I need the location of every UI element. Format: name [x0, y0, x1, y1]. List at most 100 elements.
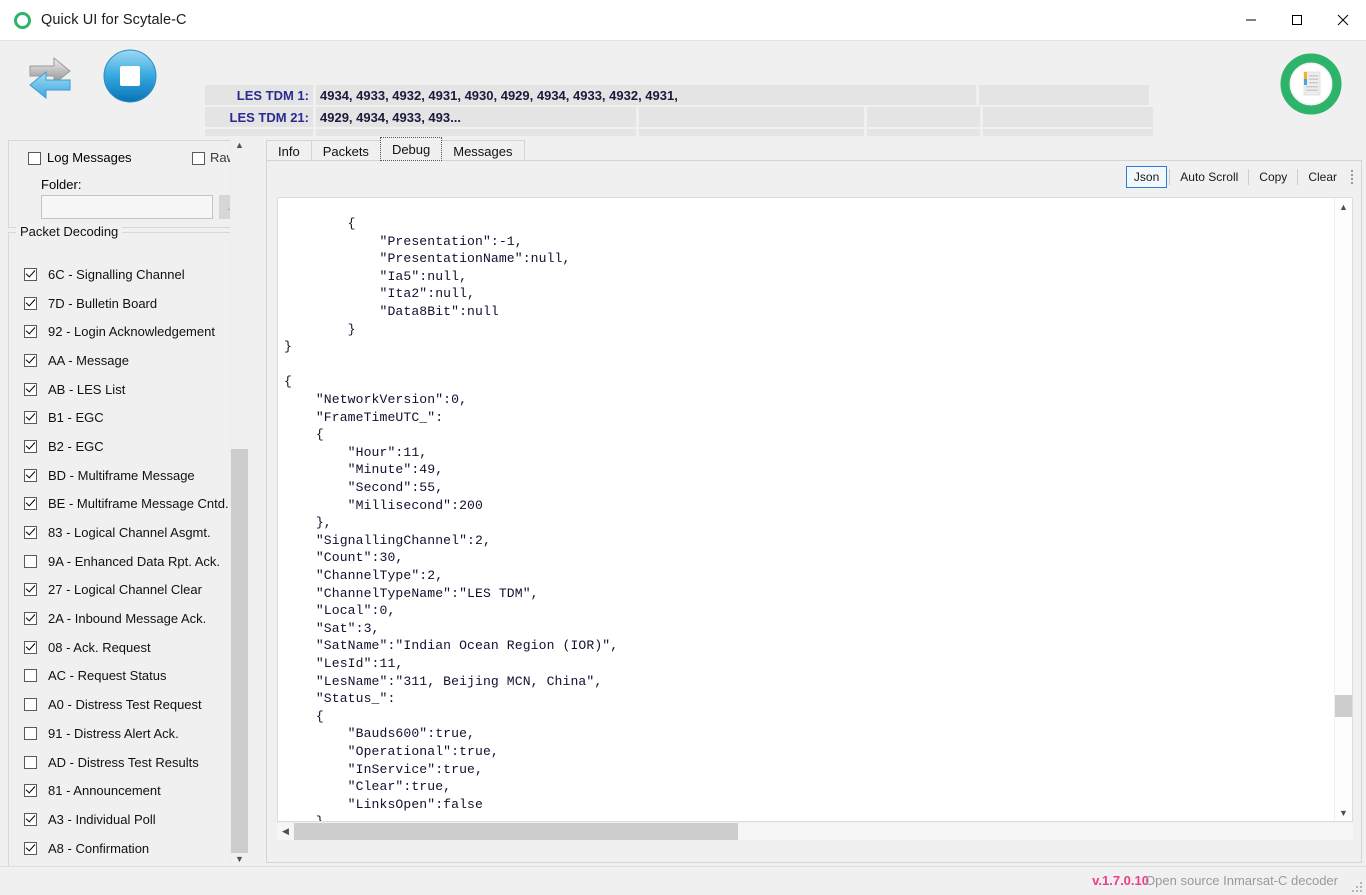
packet-decoding-label: 9A - Enhanced Data Rpt. Ack.	[48, 553, 220, 569]
packet-decoding-checkbox[interactable]	[24, 267, 37, 281]
toolbar-separator	[1297, 169, 1299, 185]
minimize-button[interactable]	[1228, 0, 1274, 39]
packet-decoding-checkbox[interactable]	[24, 296, 37, 310]
raw-checkbox[interactable]	[192, 152, 205, 165]
document-status-icon[interactable]	[1280, 53, 1342, 115]
packet-decoding-checkbox[interactable]	[24, 612, 37, 626]
packet-decoding-item[interactable]: A8 - Confirmation	[0, 834, 248, 863]
json-toggle-button[interactable]: Json	[1125, 166, 1168, 188]
maximize-icon	[1292, 14, 1302, 25]
packet-decoding-checkbox[interactable]	[24, 353, 37, 367]
debug-vertical-scrollbar[interactable]: ▲ ▼	[1334, 198, 1352, 821]
packet-decoding-item[interactable]: AA - Message	[0, 346, 248, 375]
scroll-down-icon[interactable]: ▼	[231, 850, 248, 867]
packet-decoding-checkbox[interactable]	[24, 583, 37, 597]
packet-decoding-checkbox[interactable]	[24, 812, 37, 826]
packet-decoding-item[interactable]: BE - Multiframe Message Cntd.	[0, 490, 248, 519]
status-row-value: 4929, 4934, 4933, 493...	[316, 107, 636, 127]
packet-decoding-checkbox[interactable]	[24, 554, 37, 568]
status-cell-empty	[639, 107, 864, 127]
packet-decoding-item[interactable]: BD - Multiframe Message	[0, 461, 248, 490]
scroll-up-icon[interactable]: ▲	[1335, 198, 1352, 215]
packet-decoding-checkbox[interactable]	[24, 468, 37, 482]
status-cell-empty	[983, 107, 1153, 127]
tab-debug[interactable]: Debug	[379, 137, 443, 161]
packet-decoding-checkbox[interactable]	[24, 497, 37, 511]
logging-group: Log Messages Raw Folder: ...	[8, 140, 245, 228]
packet-decoding-item[interactable]: 83 - Logical Channel Asgmt.	[0, 518, 248, 547]
packet-decoding-checkbox[interactable]	[24, 325, 37, 339]
packet-decoding-item[interactable]: B1 - EGC	[0, 403, 248, 432]
packet-decoding-label: 92 - Login Acknowledgement	[48, 324, 215, 340]
debug-vscrollbar-thumb[interactable]	[1335, 695, 1352, 717]
packet-decoding-checkbox[interactable]	[24, 841, 37, 855]
clear-button[interactable]: Clear	[1300, 166, 1345, 188]
packet-decoding-item[interactable]: 81 - Announcement	[0, 776, 248, 805]
packet-decoding-label: BD - Multiframe Message	[48, 467, 195, 483]
scroll-down-icon[interactable]: ▼	[1335, 804, 1352, 821]
status-cell-empty	[867, 107, 980, 127]
title-bar: Quick UI for Scytale-C	[0, 0, 1366, 41]
packet-decoding-checkbox[interactable]	[24, 382, 37, 396]
toolbar-buttons	[20, 46, 158, 106]
sidebar-scrollbar[interactable]: ▲ ▼	[230, 136, 248, 867]
packet-decoding-item[interactable]: 7D - Bulletin Board	[0, 289, 248, 318]
tab-strip: Info Packets Debug Messages	[266, 137, 525, 161]
packet-decoding-checkbox[interactable]	[24, 726, 37, 740]
packet-decoding-label: A8 - Confirmation	[48, 840, 150, 856]
stop-button-icon[interactable]	[102, 48, 158, 104]
packet-decoding-item[interactable]: A3 - Individual Poll	[0, 805, 248, 834]
drag-grip-icon[interactable]	[1351, 167, 1357, 187]
packet-decoding-item[interactable]: AC - Request Status	[0, 662, 248, 691]
packet-decoding-checkbox[interactable]	[24, 411, 37, 425]
tab-messages[interactable]: Messages	[441, 140, 525, 161]
folder-input[interactable]	[41, 195, 213, 219]
tab-info[interactable]: Info	[266, 140, 312, 161]
scroll-left-icon[interactable]: ◀	[277, 823, 294, 840]
close-button[interactable]	[1320, 0, 1366, 39]
packet-decoding-item[interactable]: 2A - Inbound Message Ack.	[0, 604, 248, 633]
app-logo-icon	[14, 11, 31, 29]
packet-decoding-label: 81 - Announcement	[48, 783, 161, 799]
debug-horizontal-scrollbar[interactable]: ◀	[277, 823, 1353, 840]
debug-output-viewer[interactable]: { "Presentation":-1, "PresentationName":…	[277, 197, 1353, 822]
auto-scroll-button[interactable]: Auto Scroll	[1172, 166, 1246, 188]
packet-decoding-checkbox[interactable]	[24, 640, 37, 654]
packet-decoding-item[interactable]: B2 - EGC	[0, 432, 248, 461]
packet-decoding-label: AC - Request Status	[48, 668, 167, 684]
tagline-label: Open source Inmarsat-C decoder	[1145, 873, 1338, 888]
scroll-up-icon[interactable]: ▲	[231, 136, 248, 153]
packet-decoding-item[interactable]: 92 - Login Acknowledgement	[0, 317, 248, 346]
packet-decoding-item[interactable]: 27 - Logical Channel Clear	[0, 576, 248, 605]
packet-decoding-checkbox[interactable]	[24, 755, 37, 769]
log-messages-checkbox[interactable]	[28, 152, 41, 165]
window-title: Quick UI for Scytale-C	[41, 12, 187, 28]
packet-decoding-item[interactable]: 6C - Signalling Channel	[0, 260, 248, 289]
packet-decoding-label: 08 - Ack. Request	[48, 639, 151, 655]
packet-decoding-checkbox[interactable]	[24, 669, 37, 683]
packet-decoding-checkbox[interactable]	[24, 698, 37, 712]
maximize-button[interactable]	[1274, 0, 1320, 39]
packet-decoding-checkbox[interactable]	[24, 784, 37, 798]
debug-toolbar: Json Auto Scroll Copy Clear	[1125, 166, 1357, 188]
packet-decoding-item[interactable]: AD - Distress Test Results	[0, 748, 248, 777]
packet-decoding-checkbox[interactable]	[24, 526, 37, 540]
packet-decoding-list: 6C - Signalling Channel 7D - Bulletin Boa…	[0, 260, 248, 862]
packet-decoding-checkbox[interactable]	[24, 439, 37, 453]
copy-button[interactable]: Copy	[1251, 166, 1295, 188]
packet-decoding-item[interactable]: 9A - Enhanced Data Rpt. Ack.	[0, 547, 248, 576]
top-toolbar: LES TDM 1: 4934, 4933, 4932, 4931, 4930,…	[0, 41, 1366, 171]
packet-decoding-item[interactable]: 08 - Ack. Request	[0, 633, 248, 662]
packet-decoding-item[interactable]: AB - LES List	[0, 375, 248, 404]
tab-packets[interactable]: Packets	[310, 140, 381, 161]
packet-decoding-label: A3 - Individual Poll	[48, 811, 156, 827]
debug-hscrollbar-thumb[interactable]	[294, 823, 738, 840]
exchange-arrows-icon[interactable]	[20, 46, 80, 106]
folder-label: Folder:	[41, 177, 82, 192]
packet-decoding-item[interactable]: A0 - Distress Test Request	[0, 690, 248, 719]
resize-grip-icon[interactable]	[1350, 880, 1362, 892]
close-icon	[1337, 14, 1349, 25]
sidebar-scrollbar-thumb[interactable]	[231, 449, 248, 853]
minimize-icon	[1246, 19, 1256, 20]
packet-decoding-item[interactable]: 91 - Distress Alert Ack.	[0, 719, 248, 748]
